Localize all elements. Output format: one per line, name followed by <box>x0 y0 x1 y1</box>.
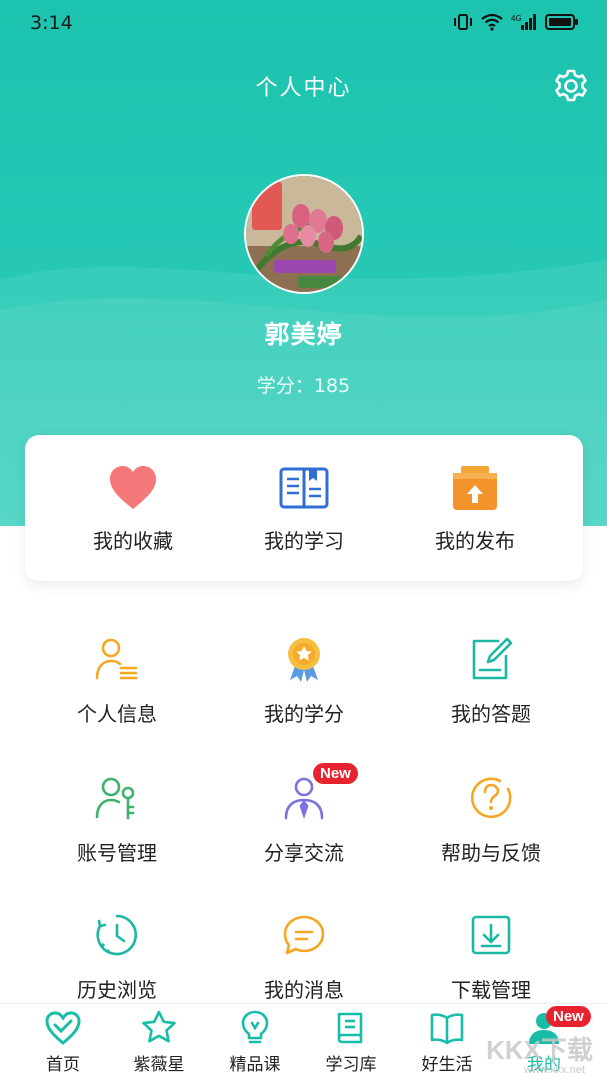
personal-info-label: 个人信息 <box>77 702 157 726</box>
bulb-icon <box>237 1010 273 1046</box>
status-icons: 4G <box>453 13 579 35</box>
nav-new-badge: New <box>546 1006 591 1027</box>
open-book-icon <box>429 1010 465 1046</box>
personal-info-button[interactable]: 个人信息 <box>17 636 217 727</box>
account-management-button[interactable]: 账号管理 <box>17 775 217 866</box>
new-badge: New <box>313 763 358 784</box>
account-management-label: 账号管理 <box>77 841 157 865</box>
nav-library-label: 学习库 <box>325 1055 377 1075</box>
my-answers-label: 我的答题 <box>451 702 531 726</box>
download-management-button[interactable]: 下载管理 <box>391 912 591 1003</box>
help-feedback-label: 帮助与反馈 <box>441 841 541 865</box>
library-icon <box>333 1010 369 1046</box>
avatar[interactable] <box>244 174 364 294</box>
watermark-logo: KKX下载 <box>486 1035 593 1065</box>
quick-actions-card: 我的收藏 我的学习 我的发布 <box>25 435 583 581</box>
my-study-label: 我的学习 <box>264 529 344 553</box>
signal-icon: 4G <box>511 13 537 35</box>
nav-home-label: 首页 <box>46 1055 80 1075</box>
history-button[interactable]: 历史浏览 <box>17 912 217 1003</box>
wifi-icon <box>481 13 503 35</box>
nav-home[interactable]: 首页 <box>15 1010 111 1075</box>
my-messages-label: 我的消息 <box>264 978 344 1002</box>
battery-icon <box>545 13 579 35</box>
user-info-icon <box>94 636 140 682</box>
share-exchange-label: 分享交流 <box>264 841 344 865</box>
my-study-button[interactable]: 我的学习 <box>211 465 397 554</box>
help-feedback-button[interactable]: 帮助与反馈 <box>391 775 591 866</box>
page-title: 个人中心 <box>255 76 352 101</box>
download-icon <box>468 912 514 958</box>
download-management-label: 下载管理 <box>451 978 531 1002</box>
user-key-icon <box>94 775 140 821</box>
my-messages-button[interactable]: 我的消息 <box>204 912 404 1003</box>
star-icon <box>141 1010 177 1046</box>
user-credits: 学分：185 <box>256 375 351 397</box>
share-person-icon: New <box>281 763 358 821</box>
user-name: 郭美婷 <box>264 320 343 349</box>
history-icon <box>94 912 140 958</box>
my-posts-label: 我的发布 <box>435 529 515 553</box>
nav-ziweixing-label: 紫薇星 <box>133 1055 185 1075</box>
nav-courses-label: 精品课 <box>229 1055 281 1075</box>
status-time: 3:14 <box>30 12 73 34</box>
settings-button[interactable] <box>553 68 589 104</box>
nav-ziweixing[interactable]: 紫薇星 <box>111 1010 207 1075</box>
watermark-url: www.kkx.net <box>523 1064 585 1076</box>
home-heart-icon <box>45 1010 81 1046</box>
message-icon <box>281 912 327 958</box>
favorites-button[interactable]: 我的收藏 <box>40 465 226 554</box>
svg-text:4G: 4G <box>511 14 522 23</box>
my-credits-button[interactable]: 我的学分 <box>204 636 404 727</box>
share-exchange-button[interactable]: New 分享交流 <box>204 763 404 866</box>
edit-icon <box>468 636 514 682</box>
help-icon <box>468 775 514 821</box>
my-credits-label: 我的学分 <box>264 702 344 726</box>
history-label: 历史浏览 <box>77 978 157 1002</box>
status-bar: 3:14 4G <box>0 0 607 50</box>
upload-box-icon <box>450 465 500 511</box>
gear-icon <box>555 69 587 102</box>
my-answers-button[interactable]: 我的答题 <box>391 636 591 727</box>
nav-courses[interactable]: 精品课 <box>207 1010 303 1075</box>
vibrate-icon <box>453 13 473 35</box>
nav-good-life-label: 好生活 <box>421 1055 473 1075</box>
nav-good-life[interactable]: 好生活 <box>399 1010 495 1075</box>
my-posts-button[interactable]: 我的发布 <box>382 465 568 554</box>
nav-library[interactable]: 学习库 <box>303 1010 399 1075</box>
book-icon <box>279 465 329 511</box>
heart-icon <box>108 465 158 511</box>
medal-icon <box>281 636 327 682</box>
favorites-label: 我的收藏 <box>93 529 173 553</box>
